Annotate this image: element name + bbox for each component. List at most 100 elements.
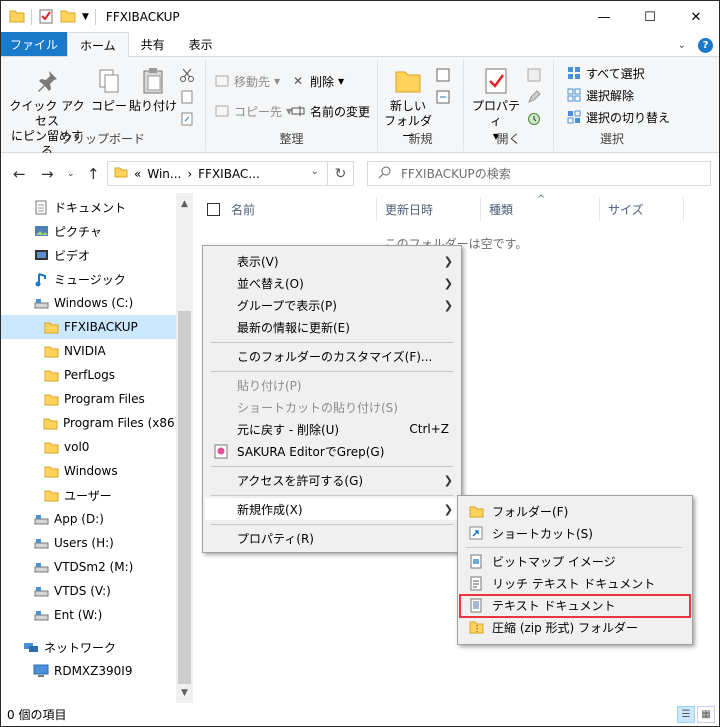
column-name[interactable]: 名前 (231, 193, 255, 225)
address-bar[interactable]: « Win... › FFXIBAC... ⌄ ↻ (107, 161, 354, 186)
nav-item[interactable]: NVIDIA (1, 339, 176, 363)
up-button[interactable]: ↑ (87, 165, 100, 183)
large-icons-view-icon[interactable]: ▦ (697, 706, 715, 723)
nav-item[interactable]: ユーザー (1, 483, 176, 507)
item-count: 0 個の項目 (7, 708, 67, 722)
menu-item-sakura-grep[interactable]: SAKURA EditorでGrep(G) (205, 440, 459, 462)
copy-button[interactable]: コピー (89, 65, 129, 114)
scroll-up-icon[interactable]: ▲ (176, 195, 193, 212)
paste-button[interactable]: 貼り付け (129, 65, 177, 114)
history-icon[interactable] (526, 111, 542, 127)
maximize-button[interactable]: ☐ (627, 1, 673, 33)
cut-icon[interactable] (179, 67, 195, 83)
open-icon[interactable] (526, 67, 542, 83)
breadcrumb-windows[interactable]: Win... (147, 167, 181, 181)
nav-item[interactable]: Windows (C:) (1, 291, 176, 315)
nav-item[interactable]: PerfLogs (1, 363, 176, 387)
group-new: 新しい フォルダー 新規 (378, 59, 464, 151)
select-all-checkbox[interactable] (207, 193, 220, 225)
menu-label: 最新の情報に更新(E) (237, 320, 350, 335)
submenu-item-folder[interactable]: フォルダー(F) (460, 500, 690, 522)
nav-item[interactable]: Program Files (1, 387, 176, 411)
nav-item[interactable]: VTDS (V:) (1, 579, 176, 603)
rename-button[interactable]: 名前の変更 (290, 101, 370, 121)
nav-item[interactable]: Windows (1, 459, 176, 483)
shortcut-icon (468, 525, 484, 541)
properties-icon[interactable] (38, 8, 54, 27)
nav-item[interactable]: Ent (W:) (1, 603, 176, 627)
select-none-button[interactable]: 選択解除 (566, 85, 634, 105)
delete-button[interactable]: ✕ 削除 ▼ (290, 71, 344, 91)
details-view-icon[interactable]: ☰ (677, 706, 695, 723)
menu-item-customize[interactable]: このフォルダーのカスタマイズ(F)... (205, 345, 459, 367)
menu-item-sort[interactable]: 並べ替え(O) ❯ (205, 272, 459, 294)
chevron-down-icon[interactable]: ⌄ (311, 166, 319, 177)
help-icon[interactable]: ? (698, 38, 713, 53)
nav-item[interactable]: vol0 (1, 435, 176, 459)
scroll-down-icon[interactable]: ▼ (176, 684, 193, 701)
edit-icon[interactable] (526, 89, 542, 105)
column-modified[interactable]: 更新日時 (385, 193, 433, 225)
submenu-item-zip[interactable]: 圧縮 (zip 形式) フォルダー (460, 616, 690, 638)
nav-item[interactable]: Users (H:) (1, 531, 176, 555)
close-button[interactable]: ✕ (673, 1, 719, 33)
refresh-button[interactable]: ↻ (327, 162, 353, 185)
menu-item-give-access[interactable]: アクセスを許可する(G) ❯ (205, 469, 459, 491)
nav-item[interactable]: FFXIBACKUP (1, 315, 176, 339)
easy-access-icon[interactable] (436, 89, 452, 105)
menu-item-paste[interactable]: 貼り付け(P) (205, 374, 459, 396)
nav-item[interactable]: ピクチャ (1, 219, 176, 243)
nav-item-label: RDMXZ390I9 (54, 664, 133, 678)
menu-item-view[interactable]: 表示(V) ❯ (205, 250, 459, 272)
menu-item-refresh[interactable]: 最新の情報に更新(E) (205, 316, 459, 338)
new-item-icon[interactable] (436, 67, 452, 83)
chevron-down-icon[interactable]: ▼ (82, 12, 89, 22)
nav-item[interactable]: Program Files (x86) (1, 411, 179, 435)
nav-item[interactable]: App (D:) (1, 507, 176, 531)
new-folder-icon[interactable] (60, 9, 76, 26)
column-divider (599, 197, 600, 221)
submenu-item-bitmap[interactable]: ビットマップ イメージ (460, 550, 690, 572)
menu-item-properties[interactable]: プロパティ(R) (205, 527, 459, 549)
copy-to-button[interactable]: コピー先 ▼ (214, 101, 292, 121)
tab-share[interactable]: 共有 (129, 32, 177, 56)
select-all-icon (566, 65, 582, 81)
new-folder-label-1: 新しい (389, 99, 426, 113)
submenu-item-shortcut[interactable]: ショートカット(S) (460, 522, 690, 544)
forward-button[interactable]: → (41, 165, 54, 183)
nav-item[interactable]: ビデオ (1, 243, 176, 267)
breadcrumb-overflow[interactable]: « (134, 167, 141, 181)
nav-item[interactable]: VTDSm2 (M:) (1, 555, 176, 579)
tab-view[interactable]: 表示 (177, 32, 225, 56)
folder-icon (468, 503, 484, 519)
nav-item[interactable]: ミュージック (1, 267, 176, 291)
copy-path-icon[interactable] (179, 89, 195, 105)
column-size[interactable]: サイズ (608, 193, 644, 225)
move-to-button[interactable]: 移動先 ▼ (214, 71, 280, 91)
nav-item[interactable]: RDMXZ390I9 (1, 659, 176, 683)
tab-file[interactable]: ファイル (1, 32, 68, 56)
menu-item-group[interactable]: グループで表示(P) ❯ (205, 294, 459, 316)
nav-item-label: ピクチャ (54, 224, 102, 239)
recent-locations-button[interactable]: ⌄ (67, 169, 75, 179)
breadcrumb-ffxibackup[interactable]: FFXIBAC... (198, 167, 260, 181)
nav-scrollbar[interactable]: ▲ ▼ (176, 193, 193, 703)
submenu-item-rtf[interactable]: リッチ テキスト ドキュメント (460, 572, 690, 594)
menu-item-new[interactable]: 新規作成(X) ❯ (205, 498, 459, 520)
nav-item-label: FFXIBACKUP (64, 320, 138, 334)
minimize-button[interactable]: — (581, 1, 627, 33)
chevron-down-icon[interactable]: ⌄ (678, 40, 686, 51)
nav-item[interactable]: ネットワーク (1, 635, 176, 659)
menu-item-undo[interactable]: 元に戻す - 削除(U) Ctrl+Z (205, 418, 459, 440)
back-button[interactable]: ← (13, 165, 26, 183)
menu-separator (211, 495, 453, 496)
paste-shortcut-icon[interactable] (179, 111, 195, 127)
menu-item-paste-shortcut[interactable]: ショートカットの貼り付け(S) (205, 396, 459, 418)
scrollbar-thumb[interactable] (178, 311, 191, 684)
tab-home[interactable]: ホーム (67, 32, 129, 57)
column-type[interactable]: 種類 (489, 193, 513, 225)
invert-selection-button[interactable]: 選択の切り替え (566, 107, 670, 127)
nav-item[interactable]: ドキュメント (1, 195, 176, 219)
select-all-button[interactable]: すべて選択 (566, 63, 645, 83)
select-all-label: すべて選択 (586, 66, 645, 81)
